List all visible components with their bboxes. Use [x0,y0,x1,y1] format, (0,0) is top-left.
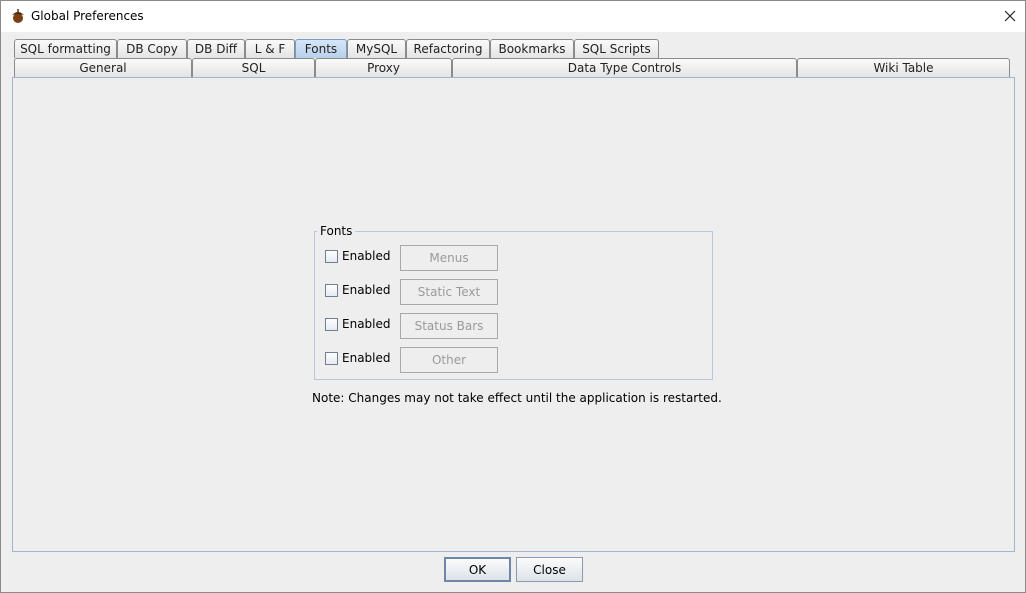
enabled-label[interactable]: Enabled [342,283,391,297]
enabled-checkbox-other[interactable] [325,352,338,365]
window-title: Global Preferences [31,9,144,23]
enabled-checkbox-status-bars[interactable] [325,318,338,331]
tab-look-and-feel[interactable]: L & F [245,39,295,58]
other-font-button[interactable]: Other [400,347,498,373]
tab-bookmarks[interactable]: Bookmarks [490,39,574,58]
status-bars-font-button[interactable]: Status Bars [400,313,498,339]
tab-sql[interactable]: SQL [192,58,315,77]
tab-data-type-controls[interactable]: Data Type Controls [452,58,797,77]
close-window-icon[interactable] [995,1,1025,31]
enabled-label[interactable]: Enabled [342,317,391,331]
dialog-content: SQL formatting DB Copy DB Diff L & F Fon… [1,32,1025,592]
acorn-icon [10,8,26,24]
tab-fonts[interactable]: Fonts [295,39,347,58]
ok-button[interactable]: OK [444,557,511,582]
tab-db-copy[interactable]: DB Copy [117,39,187,58]
tab-mysql[interactable]: MySQL [347,39,406,58]
preferences-window: Global Preferences SQL formatting DB Cop… [0,0,1026,593]
tab-sql-scripts[interactable]: SQL Scripts [574,39,659,58]
tab-sql-formatting[interactable]: SQL formatting [14,39,117,58]
tab-proxy[interactable]: Proxy [315,58,452,77]
menus-font-button[interactable]: Menus [400,245,498,271]
restart-note: Note: Changes may not take effect until … [312,391,722,405]
static-text-font-button[interactable]: Static Text [400,279,498,305]
enabled-label[interactable]: Enabled [342,249,391,263]
enabled-label[interactable]: Enabled [342,351,391,365]
tab-wiki-table[interactable]: Wiki Table [797,58,1010,77]
tab-db-diff[interactable]: DB Diff [187,39,245,58]
title-bar: Global Preferences [1,1,1025,32]
close-button[interactable]: Close [516,557,583,582]
enabled-checkbox-static-text[interactable] [325,284,338,297]
enabled-checkbox-menus[interactable] [325,250,338,263]
fonts-group-legend: Fonts [317,224,356,238]
tab-refactoring[interactable]: Refactoring [406,39,490,58]
tab-general[interactable]: General [14,58,192,77]
